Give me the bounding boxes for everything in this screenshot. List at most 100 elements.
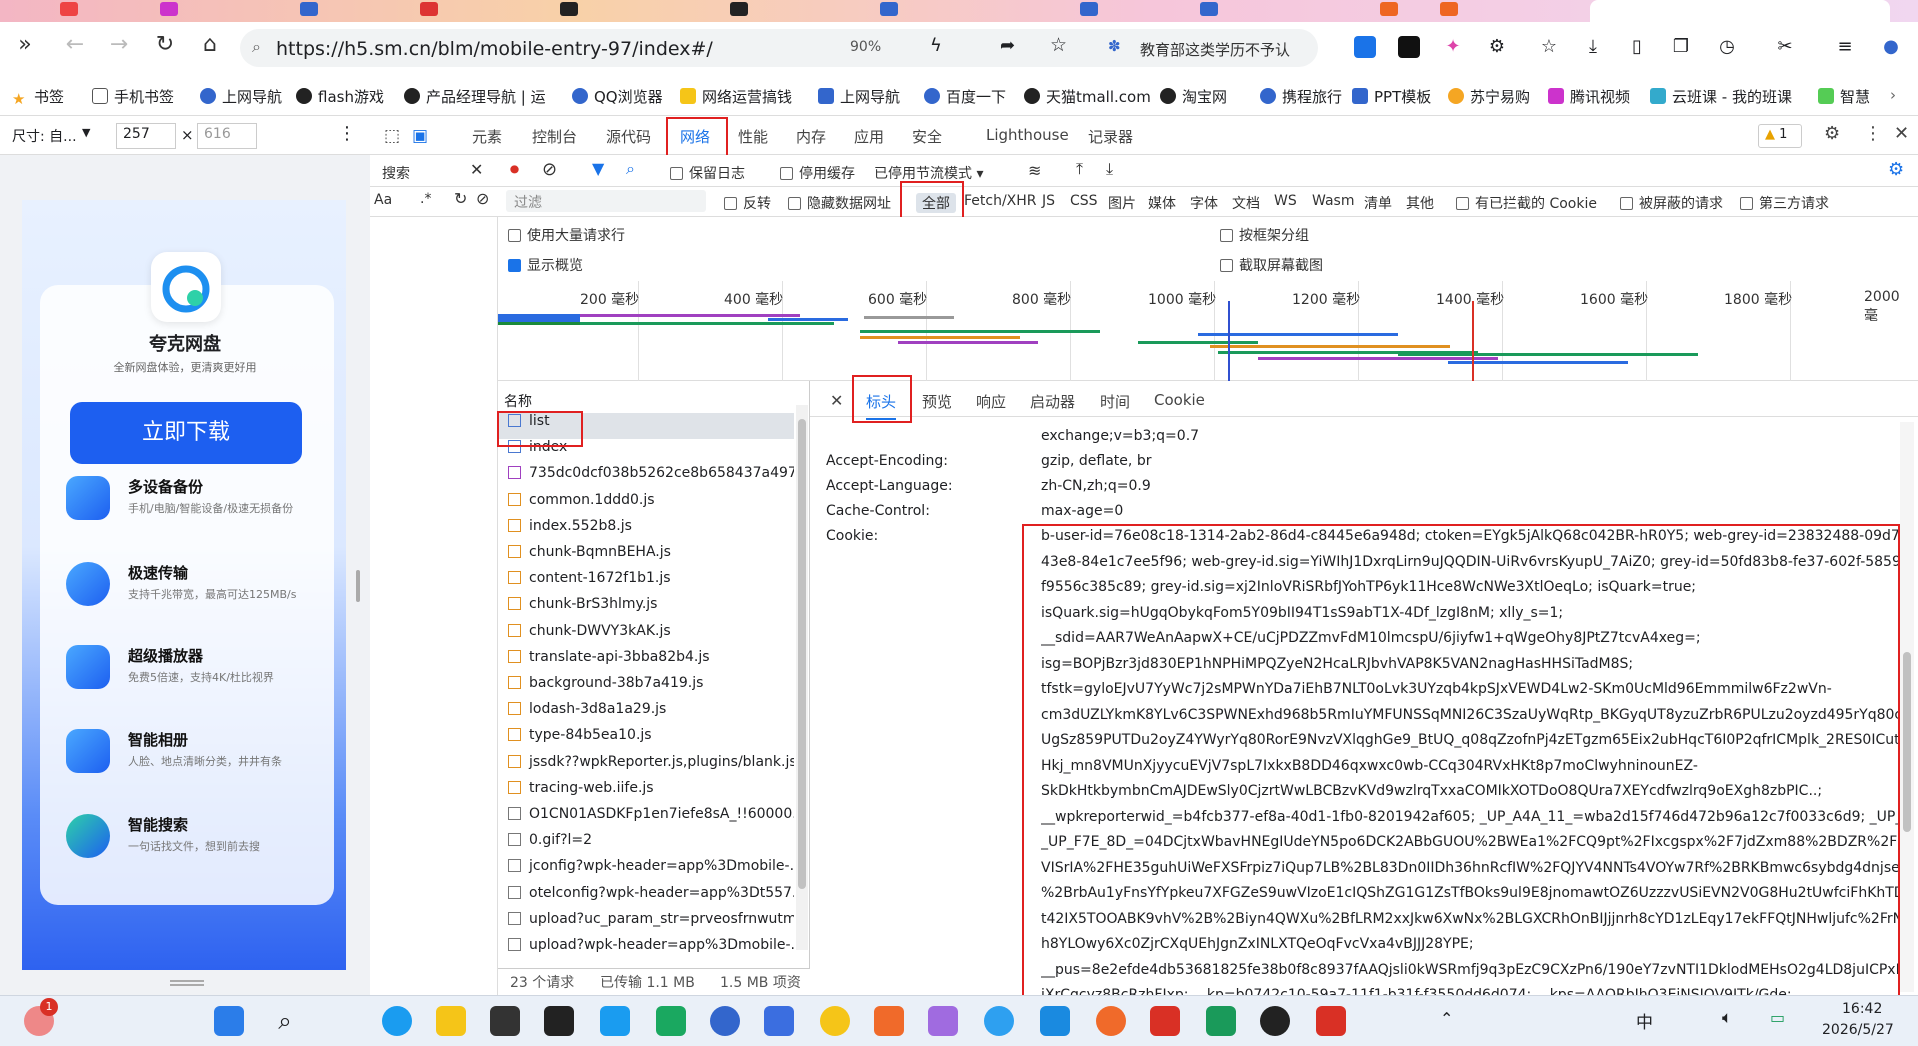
scissors-icon[interactable]: ✂	[1774, 36, 1796, 58]
tab-timing[interactable]: 时间	[1100, 391, 1130, 412]
filter-type-js[interactable]: JS	[1042, 193, 1055, 209]
tab-favicon[interactable]	[1200, 2, 1218, 16]
file-explorer-icon[interactable]	[436, 1006, 466, 1036]
close-search-icon[interactable]: ✕	[470, 160, 483, 179]
preserve-log-checkbox[interactable]: 保留日志	[670, 163, 745, 183]
tray-expand-icon[interactable]: ⌃	[1440, 1009, 1453, 1028]
omnibox[interactable]: ⌕ https://h5.sm.cn/blm/mobile-entry-97/i…	[240, 29, 1318, 67]
tab-performance[interactable]: 性能	[738, 126, 768, 147]
tab-favicon[interactable]	[60, 2, 78, 16]
warnings-badge[interactable]: ▲ 1	[1758, 124, 1802, 148]
filter-type-font[interactable]: 字体	[1190, 193, 1218, 213]
active-tab[interactable]	[1590, 0, 1890, 22]
tab-recorder[interactable]: 记录器	[1088, 126, 1133, 147]
bookmark-item[interactable]: 上网导航	[818, 86, 900, 107]
bookmark-item[interactable]: 腾讯视频	[1548, 86, 1630, 107]
more-options-icon[interactable]: ⋮	[338, 123, 356, 144]
tab-favicon[interactable]	[1080, 2, 1098, 16]
bookmark-item[interactable]: 手机书签	[92, 86, 174, 107]
refresh-search-icon[interactable]: ↻	[454, 189, 467, 208]
bookmark-item[interactable]: ★ 书签	[12, 86, 64, 108]
scrollbar-thumb[interactable]	[1903, 652, 1911, 832]
tab-elements[interactable]: 元素	[472, 126, 502, 147]
history-icon[interactable]: ◷	[1716, 36, 1738, 58]
device-width-input[interactable]: 257	[116, 123, 176, 149]
zoom-level[interactable]: 90%	[850, 39, 881, 55]
bookmark-item[interactable]: 携程旅行	[1260, 86, 1342, 107]
flash-icon[interactable]: ϟ	[930, 35, 942, 56]
close-icon[interactable]: ✕	[1894, 123, 1909, 144]
bookmark-item[interactable]: 上网导航	[200, 86, 282, 107]
request-row[interactable]: content-1672f1b1.js	[498, 570, 794, 596]
bookmark-item[interactable]: flash游戏	[296, 86, 384, 107]
request-row[interactable]: jssdk??wpkReporter.js,plugins/blank.js	[498, 754, 794, 780]
app-icon[interactable]	[1040, 1006, 1070, 1036]
window-icon[interactable]: ❐	[1670, 36, 1692, 58]
tab-application[interactable]: 应用	[854, 126, 884, 147]
forward-icon[interactable]: →	[104, 32, 134, 57]
input-method-indicator[interactable]: 中	[1636, 1008, 1653, 1033]
battery-icon[interactable]: ▭	[1770, 1008, 1785, 1027]
blocked-cookies-checkbox[interactable]: 有已拦截的 Cookie	[1456, 193, 1597, 213]
request-row[interactable]: chunk-BrS3hlmy.js	[498, 596, 794, 622]
translate-icon[interactable]	[1354, 36, 1376, 58]
record-stop-icon[interactable]: ⏺	[510, 159, 519, 180]
tab-favicon[interactable]	[420, 2, 438, 16]
qq-icon[interactable]	[1260, 1006, 1290, 1036]
volume-icon[interactable]: 🔈︎	[1722, 1008, 1732, 1028]
resize-handle[interactable]	[356, 570, 360, 602]
request-row[interactable]: common.1ddd0.js	[498, 492, 794, 518]
reload-icon[interactable]: ↻	[150, 32, 180, 57]
download-button[interactable]: 立即下载	[70, 402, 302, 464]
back-icon[interactable]: ←	[60, 32, 90, 57]
filter-type-ws[interactable]: WS	[1274, 193, 1297, 209]
more-bookmarks-icon[interactable]: ›	[1890, 86, 1896, 104]
request-row[interactable]: upload?uc_param_str=prveosfrnwutm...	[498, 911, 794, 937]
tab-favicon[interactable]	[300, 2, 318, 16]
tab-preview[interactable]: 预览	[922, 391, 952, 412]
regex-toggle[interactable]: .*	[420, 191, 431, 207]
tab-lighthouse[interactable]: Lighthouse	[986, 126, 1069, 144]
name-column-header[interactable]: 名称	[504, 391, 532, 411]
filter-type-css[interactable]: CSS	[1070, 193, 1098, 209]
device-toggle-icon[interactable]: ▣	[412, 126, 428, 146]
network-conditions-icon[interactable]: ≋	[1028, 161, 1041, 180]
download-icon[interactable]: ⤓	[1582, 36, 1604, 58]
group-by-frame-checkbox[interactable]: 按框架分组	[1220, 225, 1309, 245]
capture-screenshots-checkbox[interactable]: 截取屏幕截图	[1220, 255, 1323, 275]
filter-type-fetch[interactable]: Fetch/XHR	[964, 193, 1037, 209]
tab-favicon[interactable]	[1380, 2, 1398, 16]
tab-cookies[interactable]: Cookie	[1154, 391, 1205, 409]
tab-network[interactable]: 网络	[680, 126, 710, 147]
throttle-select[interactable]: 已停用节流模式 ▾	[874, 163, 983, 183]
app-icon[interactable]	[710, 1006, 740, 1036]
bookmark-item[interactable]: 智慧	[1818, 86, 1870, 107]
menu-icon[interactable]: ≡	[1834, 36, 1856, 58]
clock-time[interactable]: 16:42	[1842, 1001, 1882, 1017]
clear-icon[interactable]: ⊘	[542, 159, 557, 180]
tab-favicon[interactable]	[560, 2, 578, 16]
app-icon[interactable]	[600, 1006, 630, 1036]
bookmark-item[interactable]: 天猫tmall.com	[1024, 86, 1151, 107]
search-suggestion[interactable]: 教育部这类学历不予认	[1140, 39, 1290, 60]
bookmark-item[interactable]: 云班课 - 我的班课	[1650, 86, 1792, 107]
bookmark-item[interactable]: 苏宁易购	[1448, 86, 1530, 107]
quark-browser-icon[interactable]	[984, 1006, 1014, 1036]
disable-cache-checkbox[interactable]: 停用缓存	[780, 163, 855, 183]
request-row-selected[interactable]: list	[498, 413, 794, 439]
request-list-scrollbar[interactable]	[796, 405, 808, 950]
edge-icon[interactable]	[382, 1006, 412, 1036]
export-har-icon[interactable]: ⤓	[1106, 159, 1113, 179]
app-icon[interactable]	[764, 1006, 794, 1036]
tab-favicon[interactable]	[160, 2, 178, 16]
request-row[interactable]: lodash-3d8a1a29.js	[498, 701, 794, 727]
blocked-requests-checkbox[interactable]: 被屏蔽的请求	[1620, 193, 1723, 213]
share-icon[interactable]: ➦	[1000, 35, 1015, 56]
wps-icon[interactable]	[1150, 1006, 1180, 1036]
clock-date[interactable]: 2026/5/27	[1822, 1022, 1894, 1038]
request-row[interactable]: O1CN01ASDKFp1en7iefe8sA_!!60000...	[498, 806, 794, 832]
expand-tabs-icon[interactable]: »	[10, 32, 40, 57]
tab-initiator[interactable]: 启动器	[1030, 391, 1075, 412]
request-row[interactable]: index.552b8.js	[498, 518, 794, 544]
console-app-icon[interactable]	[544, 1006, 574, 1036]
